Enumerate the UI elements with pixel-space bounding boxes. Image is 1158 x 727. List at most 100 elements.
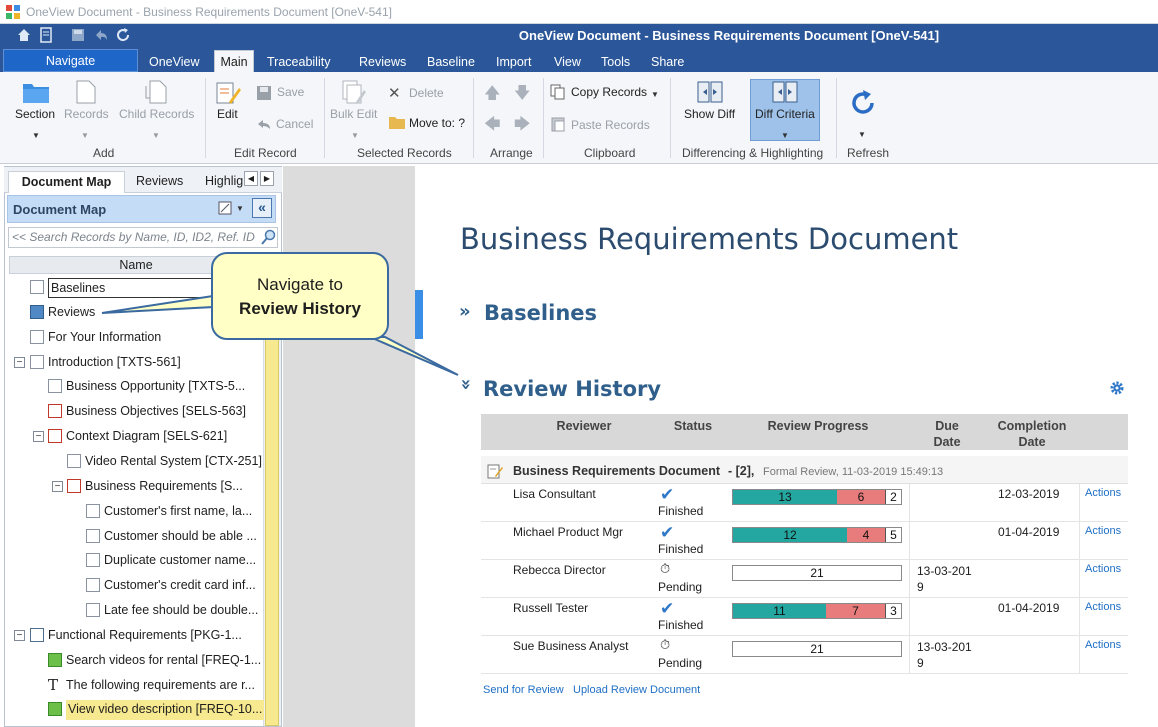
tab-highlights[interactable]: Highlig (205, 171, 243, 193)
move-up-icon[interactable]: 🡅 (484, 82, 500, 109)
chevron-down-icon[interactable]: ▼ (152, 131, 160, 140)
section-review-history[interactable]: Review History (483, 377, 661, 401)
page-icon (86, 528, 100, 543)
checklist-icon (48, 404, 62, 419)
undo-icon[interactable] (93, 27, 109, 43)
scrollbar-thumb[interactable] (265, 274, 279, 726)
tree-item[interactable]: Late fee should be double... (104, 601, 258, 621)
navigate-button[interactable]: Navigate (3, 49, 138, 72)
tree-item[interactable]: The following requirements are r... (66, 676, 255, 696)
tab-scroll-left-icon[interactable]: ◀ (244, 171, 258, 186)
tree-expander-icon[interactable]: − (33, 431, 44, 443)
expand-chevron-icon[interactable]: » (459, 301, 471, 322)
copy-records-button[interactable]: Copy Records (571, 85, 647, 99)
show-diff-button[interactable]: Show Diff (684, 107, 735, 121)
tree-item[interactable]: Customer's first name, la... (104, 502, 252, 522)
tree-item[interactable]: Functional Requirements [PKG-1... (48, 626, 242, 646)
actions-link[interactable]: Actions (1085, 487, 1121, 499)
chevron-down-icon[interactable]: ▼ (781, 131, 789, 140)
tab-baseline[interactable]: Baseline (427, 52, 475, 72)
tab-oneview[interactable]: OneView (149, 52, 200, 72)
tab-document-map[interactable]: Document Map (8, 171, 125, 193)
save-button[interactable]: Save (277, 85, 304, 99)
stopwatch-icon: ⏱ (660, 561, 671, 576)
tree-item[interactable]: View video description [FREQ-10... (66, 700, 265, 721)
tree-item[interactable]: Video Rental System [CTX-251] (85, 452, 262, 472)
tree-item[interactable]: For Your Information (48, 328, 161, 348)
tree-item[interactable]: Context Diagram [SELS-621] (66, 427, 227, 447)
tab-scroll-right-icon[interactable]: ▶ (260, 171, 274, 186)
tree-expander-icon[interactable]: − (14, 356, 25, 368)
approved-segment: 11 (733, 604, 826, 618)
status-text: Pending (658, 580, 703, 594)
tree-item[interactable]: Reviews (48, 303, 95, 323)
tree-item[interactable]: Baselines (48, 278, 212, 298)
collapse-chevron-icon[interactable]: » (455, 379, 476, 391)
panel-divider[interactable] (283, 166, 415, 727)
records-button[interactable]: Records (64, 107, 109, 121)
child-records-button[interactable]: Child Records (119, 107, 194, 121)
actions-link[interactable]: Actions (1085, 601, 1121, 613)
tab-tools[interactable]: Tools (601, 52, 630, 72)
tree-item[interactable]: Customer should be able ... (104, 527, 257, 547)
cancel-icon (258, 120, 270, 129)
tab-reviews[interactable]: Reviews (359, 52, 406, 72)
tree-item[interactable]: Duplicate customer name... (104, 551, 256, 571)
chevron-down-icon[interactable]: ▼ (858, 130, 866, 139)
review-progress-bar: 12 4 5 (732, 527, 902, 543)
tab-share[interactable]: Share (651, 52, 684, 72)
bulk-edit-button[interactable]: Bulk Edit (330, 107, 377, 121)
tree-expander-icon[interactable]: − (52, 480, 63, 492)
send-for-review-link[interactable]: Send for Review (483, 684, 564, 696)
chevron-down-icon[interactable]: ▼ (651, 90, 659, 99)
tree-item[interactable]: Search videos for rental [FREQ-1... (66, 651, 261, 671)
tree-item[interactable]: Business Opportunity [TXTS-5... (66, 377, 245, 397)
actions-link[interactable]: Actions (1085, 639, 1121, 651)
search-icon[interactable] (261, 229, 277, 245)
tab-traceability[interactable]: Traceability (267, 52, 330, 72)
document-list-icon[interactable] (38, 27, 54, 43)
chevron-down-icon[interactable]: ▼ (32, 131, 40, 140)
save-quick-icon[interactable] (70, 27, 86, 43)
actions-link[interactable]: Actions (1085, 563, 1121, 575)
tab-view[interactable]: View (554, 52, 581, 72)
search-input[interactable]: << Search Records by Name, ID, ID2, Ref.… (8, 227, 278, 248)
tree-expander-icon[interactable]: − (14, 629, 25, 641)
column-divider (1079, 598, 1080, 636)
refresh-button[interactable]: Refresh (847, 146, 889, 160)
actions-link[interactable]: Actions (1085, 525, 1121, 537)
home-icon[interactable] (16, 27, 32, 43)
cancel-button[interactable]: Cancel (276, 117, 313, 131)
paste-records-button[interactable]: Paste Records (571, 118, 650, 132)
move-to-button[interactable]: Move to: ? (409, 116, 465, 130)
move-down-icon[interactable]: 🡇 (514, 82, 530, 109)
tab-main[interactable]: Main (214, 50, 254, 73)
tab-reviews-panel[interactable]: Reviews (136, 171, 183, 193)
chevron-down-icon[interactable]: ▼ (351, 131, 359, 140)
chevron-down-icon[interactable]: ▼ (81, 131, 89, 140)
document-title: OneView Document - Business Requirements… (518, 28, 940, 43)
collapse-panel-icon[interactable]: « (252, 198, 272, 218)
copy-icon (550, 84, 565, 100)
section-baselines[interactable]: Baselines (484, 301, 597, 325)
upload-review-link[interactable]: Upload Review Document (573, 684, 700, 696)
group-edit-label: Edit Record (234, 146, 297, 160)
section-button[interactable]: Section (15, 107, 55, 121)
tab-import[interactable]: Import (496, 52, 531, 72)
window-title-bar: OneView Document - Business Requirements… (0, 0, 1158, 24)
tree-item[interactable]: Business Objectives [SELS-563] (66, 402, 246, 422)
chevron-down-icon[interactable]: ▼ (236, 204, 244, 213)
gear-icon[interactable] (1108, 379, 1126, 397)
tree-item[interactable]: Introduction [TXTS-561] (48, 353, 181, 373)
refresh-quick-icon[interactable] (115, 27, 131, 43)
delete-button[interactable]: Delete (409, 86, 444, 100)
review-edit-icon (487, 464, 503, 479)
tree-item[interactable]: Business Requirements [S... (85, 477, 243, 497)
tree-item[interactable]: Customer's credit card inf... (104, 576, 256, 596)
review-progress-bar: 21 (732, 565, 902, 581)
edit-button[interactable]: Edit (217, 107, 238, 121)
move-to-icon (389, 117, 405, 129)
move-right-icon[interactable]: 🡆 (514, 113, 531, 140)
move-left-icon[interactable]: 🡄 (484, 113, 501, 140)
map-options-icon[interactable] (218, 201, 232, 215)
